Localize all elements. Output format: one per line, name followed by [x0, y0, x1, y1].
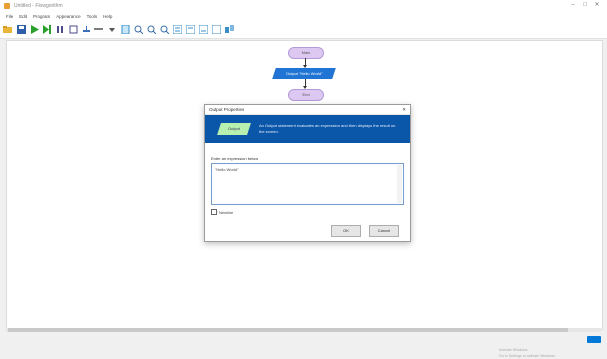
dialog-title-bar: Output Properties ✕ — [205, 105, 410, 115]
menu-program[interactable]: Program — [33, 14, 50, 19]
window-title: Untitled - Flowgorithm — [14, 3, 63, 9]
zoom-out-icon[interactable] — [146, 25, 156, 35]
flow-output[interactable]: Output "Hello World" — [272, 68, 336, 79]
status-bar — [0, 333, 607, 345]
menu-edit[interactable]: Edit — [19, 14, 27, 19]
minimize-button[interactable]: – — [567, 1, 579, 10]
chart-icon[interactable] — [198, 25, 208, 35]
run-icon[interactable] — [29, 25, 39, 35]
output-properties-dialog: Output Properties ✕ Output An Output sta… — [204, 104, 411, 242]
save-icon[interactable] — [16, 25, 26, 35]
stop-icon[interactable] — [68, 25, 78, 35]
diagram-icon[interactable] — [185, 25, 195, 35]
step-icon[interactable] — [42, 25, 52, 35]
console-icon[interactable] — [94, 25, 104, 35]
title-bar: Untitled - Flowgorithm – □ ✕ — [0, 0, 607, 12]
code-view-icon[interactable] — [172, 25, 182, 35]
activation-line2: Go to Settings to activate Windows. — [499, 354, 556, 358]
ok-button[interactable]: OK — [331, 225, 361, 237]
layout-icon[interactable] — [120, 25, 130, 35]
zoom-fit-icon[interactable] — [159, 25, 169, 35]
newline-checkbox-label: Newline — [219, 209, 234, 215]
folder-open-icon[interactable] — [3, 25, 13, 35]
menu-file[interactable]: File — [6, 14, 13, 19]
window-controls: – □ ✕ — [567, 1, 603, 10]
settings-icon[interactable] — [224, 25, 234, 35]
flow-start[interactable]: Main — [288, 47, 324, 59]
banner-description: An Output statement evaluates an express… — [259, 123, 396, 134]
expression-input[interactable]: "Hello World" — [211, 163, 404, 205]
toolbar — [0, 21, 607, 39]
flow-end[interactable]: End — [288, 89, 324, 101]
menu-tools[interactable]: Tools — [87, 14, 98, 19]
variable-watch-icon[interactable] — [81, 25, 91, 35]
dialog-title: Output Properties — [209, 107, 245, 112]
maximize-button[interactable]: □ — [579, 1, 591, 10]
horizontal-scrollbar[interactable] — [6, 328, 601, 332]
dialog-close-button[interactable]: ✕ — [402, 107, 406, 113]
banner-shape-label: Output — [227, 126, 240, 131]
dialog-banner: Output An Output statement evaluates an … — [205, 115, 410, 143]
newline-checkbox-row[interactable]: Newline — [211, 209, 233, 215]
output-shape-icon: Output — [217, 123, 251, 135]
newline-checkbox[interactable] — [211, 209, 217, 215]
cancel-button[interactable]: Cancel — [369, 225, 399, 237]
zoom-in-icon[interactable] — [133, 25, 143, 35]
menu-help[interactable]: Help — [103, 14, 112, 19]
menu-appearance[interactable]: Appearance — [56, 14, 80, 19]
zoom-dropdown-icon[interactable] — [107, 25, 117, 35]
menu-bar: File Edit Program Appearance Tools Help — [0, 12, 607, 21]
chart2-icon[interactable] — [211, 25, 221, 35]
flow-output-label: Output "Hello World" — [285, 71, 323, 76]
close-window-button[interactable]: ✕ — [591, 1, 603, 10]
expression-scrollbar[interactable] — [397, 165, 402, 203]
scrollbar-thumb[interactable] — [8, 328, 568, 332]
expression-label: Enter an expression below — [211, 156, 259, 161]
app-icon — [4, 3, 10, 9]
taskbar-button[interactable] — [587, 336, 601, 343]
pause-icon[interactable] — [55, 25, 65, 35]
activation-watermark: Activate Windows Go to Settings to activ… — [499, 347, 604, 359]
expression-value[interactable]: "Hello World" — [215, 167, 238, 172]
